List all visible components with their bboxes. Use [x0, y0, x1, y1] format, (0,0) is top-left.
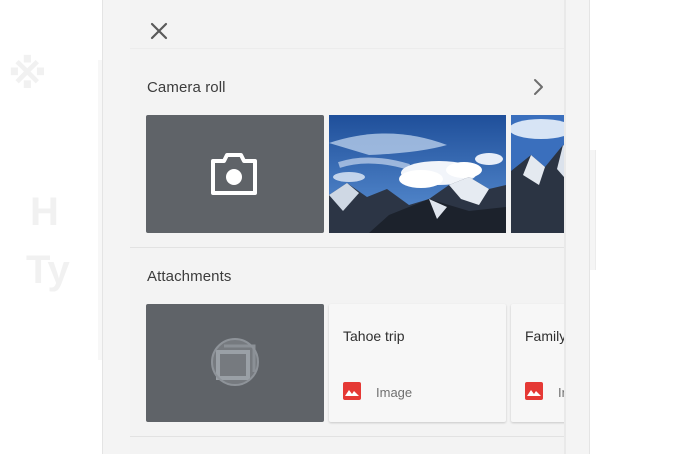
attachment-type: Image [376, 385, 413, 400]
camera-roll-more-button[interactable] [528, 74, 550, 100]
section-divider [130, 436, 564, 437]
attachment-card[interactable]: Family Image [511, 304, 564, 422]
attachment-name: Family [525, 328, 564, 344]
background-ghost: ※ H Ty [8, 53, 70, 292]
mountain-sky-photo [329, 115, 506, 233]
camera-roll-photo[interactable] [511, 115, 564, 233]
attachment-card[interactable]: Tahoe trip Image [329, 304, 506, 422]
image-type-icon [525, 382, 543, 400]
attachment-name: Tahoe trip [343, 328, 405, 344]
open-camera-tile[interactable] [146, 115, 324, 233]
drive-icon [211, 338, 259, 386]
close-button[interactable] [146, 18, 172, 44]
mountain-sky-photo [511, 115, 564, 233]
phone-edge-right [590, 150, 596, 270]
image-type-icon [343, 382, 361, 400]
camera-icon [211, 153, 257, 195]
attachments-title: Attachments [147, 268, 232, 285]
screen-frame-right [564, 0, 566, 454]
open-drive-tile[interactable] [146, 304, 324, 422]
chevron-right-icon [534, 79, 543, 95]
section-divider [130, 247, 564, 248]
camera-roll-title: Camera roll [147, 79, 226, 96]
header-divider [130, 48, 564, 49]
camera-roll-photo[interactable] [329, 115, 506, 233]
attachment-picker-sheet: Camera roll Attachments Tahoe trip Image… [130, 0, 564, 454]
close-icon [150, 22, 168, 40]
